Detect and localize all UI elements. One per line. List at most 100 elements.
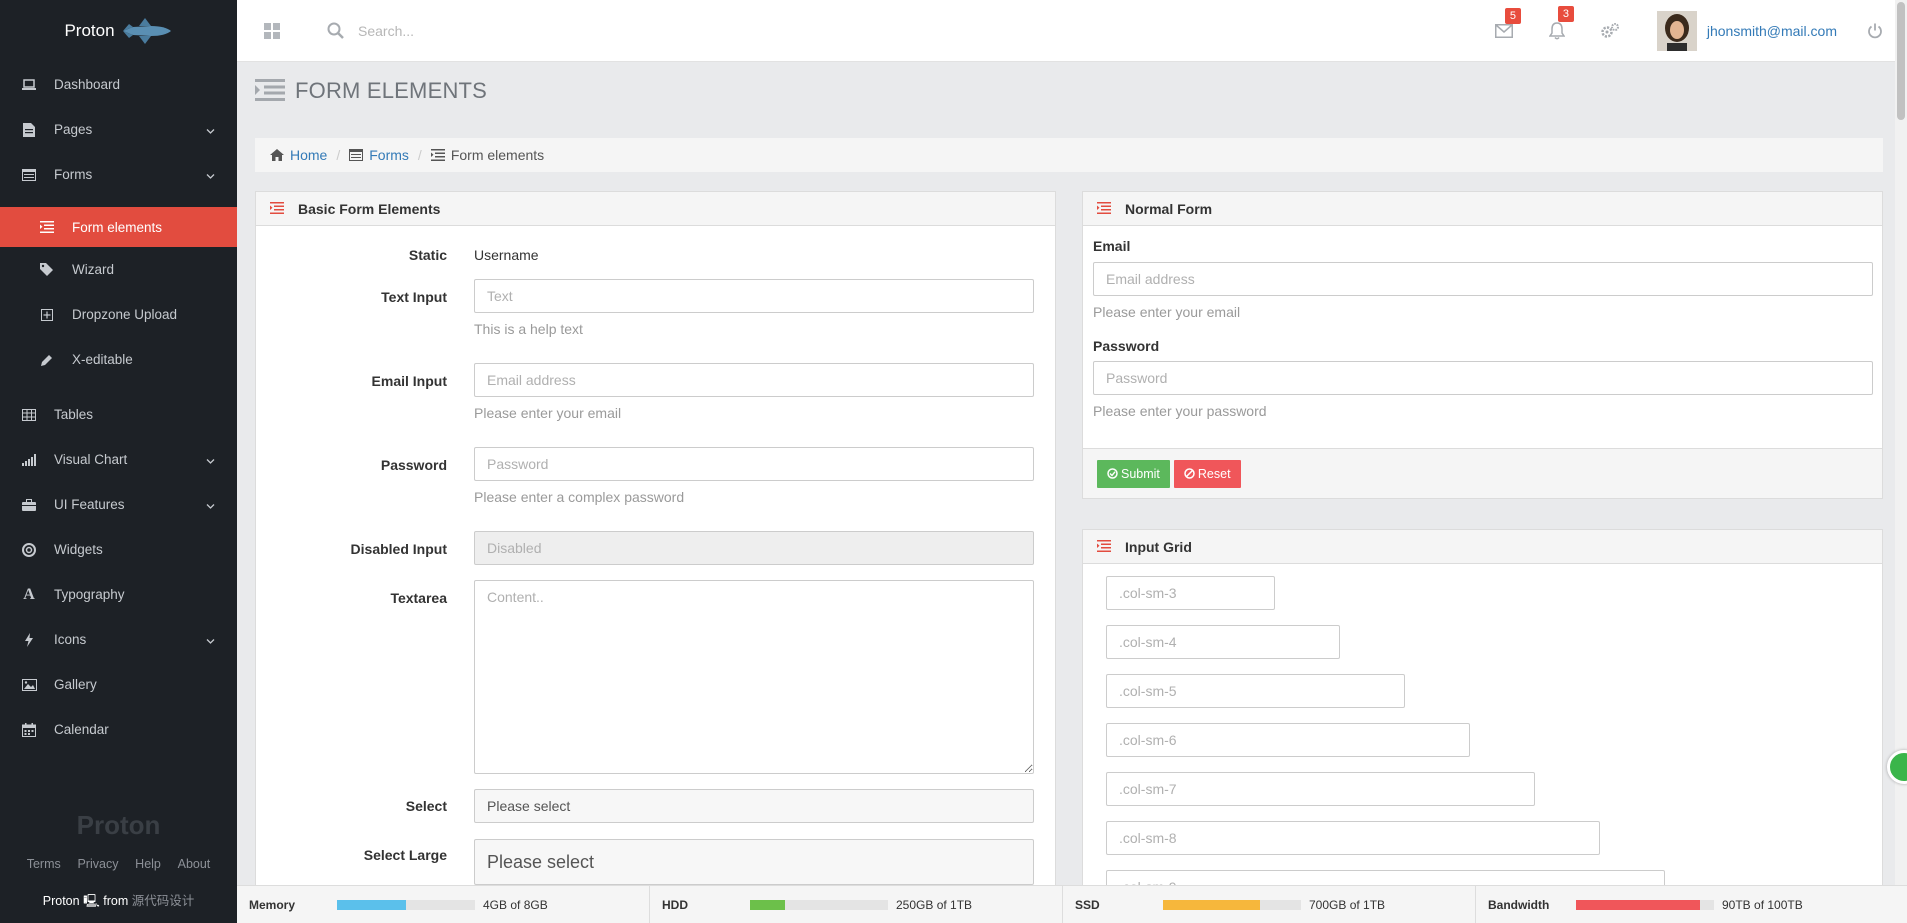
submit-button[interactable]: Submit bbox=[1097, 459, 1170, 488]
list-icon bbox=[1097, 539, 1111, 555]
user-email[interactable]: jhonsmith@mail.com bbox=[1707, 23, 1837, 39]
grid-input-col-sm-5[interactable] bbox=[1106, 674, 1405, 708]
sidebar-item-gallery[interactable]: Gallery bbox=[0, 662, 237, 707]
bell-notification[interactable]: 3 bbox=[1531, 6, 1584, 40]
textarea-input[interactable] bbox=[474, 580, 1034, 774]
help-link[interactable]: Help bbox=[135, 857, 161, 871]
sidebar-item-typography[interactable]: A Typography bbox=[0, 572, 237, 617]
email-input-help: Please enter your email bbox=[474, 405, 622, 421]
spacer bbox=[0, 382, 237, 392]
sidebar-nav: Dashboard Pages Forms Form elements Wiza… bbox=[0, 62, 237, 752]
grid-input-col-sm-7[interactable] bbox=[1106, 772, 1535, 806]
select-large-dropdown[interactable]: Please select bbox=[474, 839, 1034, 885]
privacy-link[interactable]: Privacy bbox=[77, 857, 118, 871]
text-input-help: This is a help text bbox=[474, 321, 583, 337]
avatar[interactable] bbox=[1656, 11, 1697, 51]
textarea-label: Textarea bbox=[390, 590, 447, 606]
sidebar-item-visual-chart[interactable]: Visual Chart bbox=[0, 437, 237, 482]
text-input-label: Text Input bbox=[381, 289, 447, 305]
laptop-icon bbox=[20, 76, 38, 94]
lifebuoy-icon bbox=[20, 541, 38, 559]
mail-notification[interactable]: 5 bbox=[1478, 8, 1531, 38]
sidebar-item-ui-features[interactable]: UI Features bbox=[0, 482, 237, 527]
sidebar-item-label: Wizard bbox=[72, 262, 115, 277]
password-input[interactable] bbox=[474, 447, 1034, 481]
briefcase-icon bbox=[20, 496, 38, 514]
envelope-icon bbox=[1495, 24, 1514, 38]
page-title: FORM ELEMENTS bbox=[295, 78, 488, 103]
sidebar-item-wizard[interactable]: Wizard bbox=[0, 247, 237, 292]
sidebar-item-pages[interactable]: Pages bbox=[0, 107, 237, 152]
sidebar-item-dashboard[interactable]: Dashboard bbox=[0, 62, 237, 107]
nf-password-help: Please enter your password bbox=[1093, 403, 1267, 419]
sidebar-item-x-editable[interactable]: X-editable bbox=[0, 337, 237, 382]
reset-button[interactable]: Reset bbox=[1173, 459, 1241, 488]
credit-author[interactable]: 源代码设计 bbox=[132, 894, 195, 908]
about-link[interactable]: About bbox=[178, 857, 211, 871]
progress-fill bbox=[1576, 900, 1701, 910]
text-input[interactable] bbox=[474, 279, 1034, 313]
password-label: Password bbox=[380, 457, 447, 473]
sidebar-item-label: Typography bbox=[54, 587, 125, 602]
page-header: FORM ELEMENTS bbox=[255, 78, 487, 104]
scrollbar-thumb[interactable] bbox=[1897, 2, 1905, 120]
terms-link[interactable]: Terms bbox=[27, 857, 61, 871]
settings-button[interactable] bbox=[1584, 22, 1637, 40]
hdd-stat: HDD 250GB of 1TB bbox=[650, 886, 1063, 923]
password-help: Please enter a complex password bbox=[474, 489, 685, 505]
sidebar-item-widgets[interactable]: Widgets bbox=[0, 527, 237, 572]
sidebar-item-tables[interactable]: Tables bbox=[0, 392, 237, 437]
select-dropdown[interactable]: Please select bbox=[474, 789, 1034, 823]
stat-label: Bandwidth bbox=[1488, 898, 1550, 912]
search-icon[interactable] bbox=[327, 22, 345, 40]
nf-password-input[interactable] bbox=[1093, 361, 1873, 395]
power-icon[interactable] bbox=[1867, 23, 1883, 39]
bolt-icon bbox=[20, 631, 38, 649]
chevron-down-icon bbox=[206, 452, 215, 467]
credit-name: Proton bbox=[42, 894, 80, 908]
grid-input-col-sm-8[interactable] bbox=[1106, 821, 1600, 855]
breadcrumb-separator: / bbox=[336, 147, 341, 163]
sidebar-item-dropzone-upload[interactable]: Dropzone Upload bbox=[0, 292, 237, 337]
brand-logo[interactable]: Proton bbox=[0, 0, 237, 62]
list-icon bbox=[1097, 201, 1111, 217]
form-icon bbox=[20, 166, 38, 184]
grid-icon[interactable] bbox=[264, 22, 280, 39]
search-input[interactable] bbox=[358, 22, 758, 39]
email-input[interactable] bbox=[474, 363, 1034, 397]
signal-icon bbox=[20, 451, 38, 469]
sidebar-item-calendar[interactable]: Calendar bbox=[0, 707, 237, 752]
breadcrumb-separator: / bbox=[417, 147, 422, 163]
stat-label: Memory bbox=[249, 898, 296, 912]
bandwidth-stat: Bandwidth 90TB of 100TB bbox=[1476, 886, 1889, 923]
calendar-icon bbox=[20, 721, 38, 739]
nf-email-input[interactable] bbox=[1093, 262, 1873, 296]
reset-label: Reset bbox=[1197, 466, 1231, 481]
sidebar-item-label: Dropzone Upload bbox=[72, 307, 178, 322]
grid-input-col-sm-3[interactable] bbox=[1106, 576, 1275, 610]
sidebar-item-forms[interactable]: Forms bbox=[0, 152, 237, 197]
progress-bar bbox=[1163, 900, 1301, 910]
table-icon bbox=[20, 406, 38, 424]
breadcrumb-home-label: Home bbox=[290, 147, 328, 163]
progress-fill bbox=[750, 900, 785, 910]
sidebar-item-form-elements[interactable]: Form elements bbox=[0, 207, 237, 247]
list-icon bbox=[255, 78, 285, 104]
sidebar-item-icons[interactable]: Icons bbox=[0, 617, 237, 662]
breadcrumb: Home / Forms / Form elements bbox=[255, 138, 1883, 172]
stat-value: 4GB of 8GB bbox=[483, 898, 548, 912]
breadcrumb-home[interactable]: Home bbox=[270, 147, 327, 163]
breadcrumb-current-label: Form elements bbox=[450, 147, 545, 163]
form-footer: Submit Reset bbox=[1083, 448, 1882, 498]
form-icon bbox=[349, 149, 364, 161]
sidebar-item-label: Forms bbox=[54, 167, 93, 182]
breadcrumb-forms[interactable]: Forms bbox=[349, 147, 409, 163]
sidebar-item-label: UI Features bbox=[54, 497, 125, 512]
grid-input-col-sm-4[interactable] bbox=[1106, 625, 1340, 659]
panel-header: Normal Form bbox=[1083, 192, 1882, 226]
sidebar-item-label: Calendar bbox=[54, 722, 109, 737]
chat-bubble-icon[interactable] bbox=[1887, 750, 1907, 784]
email-input-label: Email Input bbox=[371, 373, 447, 389]
grid-input-col-sm-6[interactable] bbox=[1106, 723, 1470, 757]
plus-square-icon bbox=[38, 306, 56, 324]
